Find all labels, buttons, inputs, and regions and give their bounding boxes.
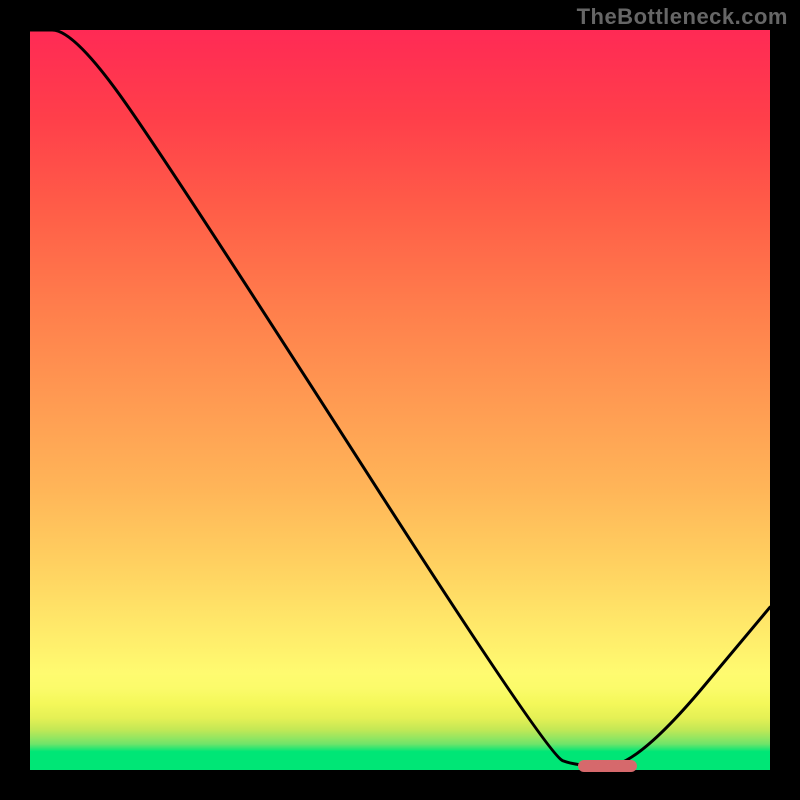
watermark-text: TheBottleneck.com [577, 4, 788, 30]
plot-area [30, 30, 770, 770]
optimal-marker [578, 760, 637, 772]
chart-frame: TheBottleneck.com [0, 0, 800, 800]
curve-path [30, 30, 770, 766]
bottleneck-curve [30, 30, 770, 770]
